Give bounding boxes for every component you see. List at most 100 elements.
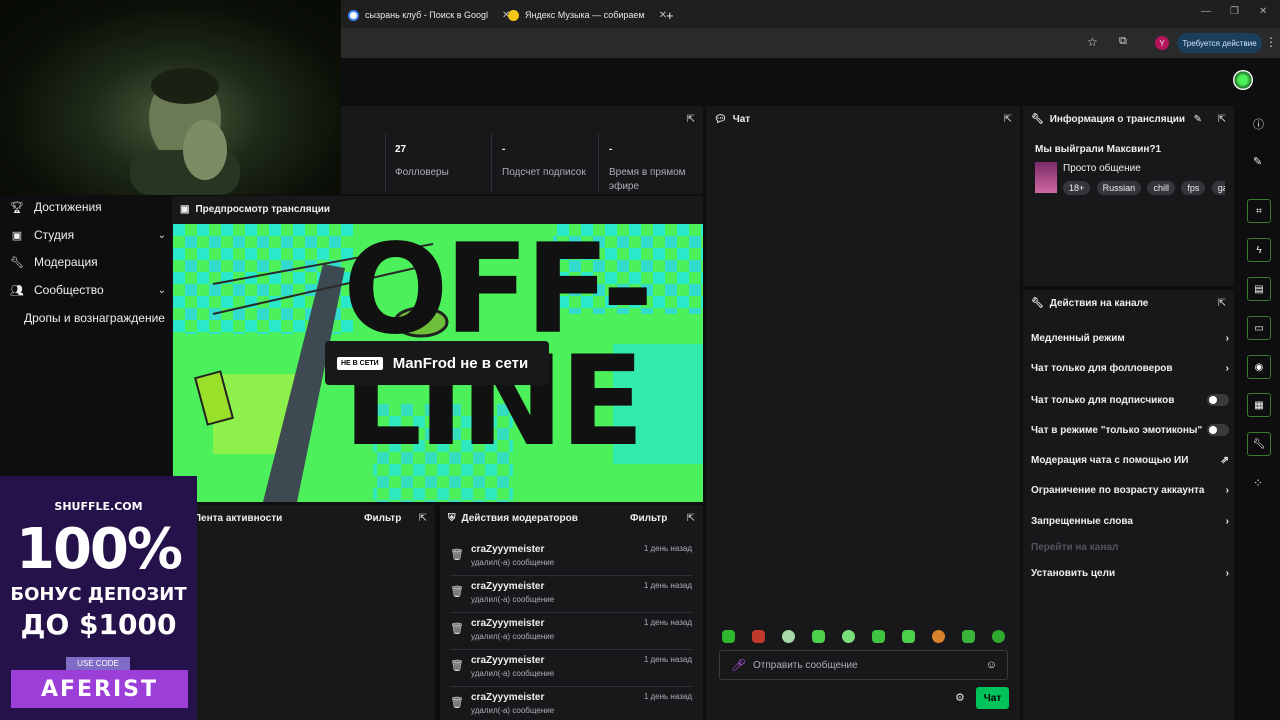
sidebar-item-achievements[interactable]: 🏆︎ Достижения: [10, 200, 102, 214]
chat-panel: 💬︎ Чат ⇱: [706, 106, 1020, 720]
setting-label: Чат только для фолловеров: [1031, 363, 1173, 374]
chat-send-button[interactable]: Чат: [976, 687, 1009, 709]
emote-icon[interactable]: [962, 630, 975, 643]
minimize-icon[interactable]: —: [1201, 6, 1211, 17]
tag[interactable]: 18+: [1063, 181, 1091, 195]
mod-actions-title: Действия модераторов: [461, 513, 578, 524]
channel-actions-header: 🔧︎ Действия на канале: [1031, 298, 1148, 309]
account-age-row[interactable]: Ограничение по возрасту аккаунта ›: [1031, 485, 1229, 496]
set-goals-row[interactable]: Установить цели ›: [1031, 568, 1229, 579]
emote-icon[interactable]: [722, 630, 735, 643]
ad-line2: БОНУС ДЕПОЗИТ: [10, 584, 187, 605]
popout-icon[interactable]: ⇱: [1218, 114, 1226, 125]
close-window-icon[interactable]: ✕: [1259, 6, 1267, 17]
ad-headline: 100%: [15, 517, 183, 582]
microphone-icon[interactable]: 🎤︎: [731, 658, 746, 672]
action-required-button[interactable]: Требуется действие: [1177, 33, 1262, 53]
tag[interactable]: Russian: [1096, 181, 1142, 195]
wrench-icon[interactable]: 🔧︎: [1247, 432, 1271, 456]
sidebar-item-moderation[interactable]: 🔧︎ Модерация: [10, 255, 98, 269]
stream-title: Мы выйграли Максвин?1: [1035, 144, 1162, 155]
banned-words-row[interactable]: Запрещенные слова ›: [1031, 516, 1229, 527]
activity-filter-button[interactable]: Фильтр: [364, 513, 401, 524]
emote-only-row: Чат в режиме "только эмотиконы": [1031, 424, 1229, 436]
popout-icon[interactable]: ⇱: [1218, 298, 1226, 309]
subscribers-only-toggle[interactable]: [1207, 394, 1229, 406]
activity-panel: Лента активности Фильтр ⇱: [172, 505, 435, 720]
category-boxart[interactable]: [1035, 162, 1057, 193]
emote-icon[interactable]: [812, 630, 825, 643]
wrench-icon: 🔧︎: [1031, 114, 1044, 125]
new-tab-button[interactable]: +: [666, 4, 674, 26]
stat-live-time: - Время в прямом эфире: [609, 144, 699, 194]
webcam-overlay: [0, 0, 341, 195]
maximize-icon[interactable]: ❐: [1230, 6, 1239, 17]
user-avatar[interactable]: [1233, 70, 1253, 90]
mod-user[interactable]: craZyyymeister: [471, 581, 544, 592]
lightning-icon[interactable]: ϟ: [1247, 238, 1271, 262]
pencil-icon[interactable]: ✎: [1194, 114, 1202, 125]
info-icon[interactable]: ⓘ: [1253, 116, 1264, 132]
emoji-icon[interactable]: ☺: [986, 659, 997, 671]
mod-user[interactable]: craZyyymeister: [471, 655, 544, 666]
popout-icon[interactable]: ⇱: [687, 513, 695, 524]
setting-label: Медленный режим: [1031, 333, 1125, 344]
gear-icon[interactable]: ⚙: [955, 691, 965, 704]
popout-icon[interactable]: ⇱: [1004, 114, 1012, 125]
mod-user[interactable]: craZyyymeister: [471, 692, 544, 703]
emote-icon[interactable]: [752, 630, 765, 643]
go-to-channel-row[interactable]: Перейти на канал: [1031, 542, 1229, 553]
setting-label: Чат только для подписчиков: [1031, 394, 1175, 406]
chat-icon[interactable]: ▭: [1247, 316, 1271, 340]
ad-use-code: USE CODE: [66, 657, 130, 670]
activity-title: Лента активности: [194, 513, 283, 524]
sidebar-subitem-drops[interactable]: Дропы и вознаграждение: [24, 311, 165, 325]
emote-icon[interactable]: [902, 630, 915, 643]
panel-icon[interactable]: ▦: [1247, 393, 1271, 417]
tag[interactable]: fps: [1181, 181, 1206, 195]
popout-icon[interactable]: ⇱: [687, 114, 695, 125]
tag[interactable]: chill: [1147, 181, 1175, 195]
mod-user[interactable]: craZyyymeister: [471, 618, 544, 629]
profile-avatar[interactable]: Y: [1155, 36, 1169, 50]
mod-action: удалил(-а) сообщение: [471, 706, 555, 715]
slow-mode-row[interactable]: Медленный режим ›: [1031, 333, 1229, 344]
stat-followers: 27 Фолловеры: [395, 144, 449, 180]
mod-filter-button[interactable]: Фильтр: [630, 513, 667, 524]
emote-icon[interactable]: [992, 630, 1005, 643]
sidebar-item-label: Студия: [34, 228, 75, 242]
stream-category[interactable]: Просто общение: [1063, 163, 1141, 174]
stream-info-title: Информация о трансляции: [1049, 114, 1186, 125]
mod-action: удалил(-а) сообщение: [471, 595, 555, 604]
ad-banner: SHUFFLE.COM 100% БОНУС ДЕПОЗИТ ДО $1000 …: [0, 476, 197, 720]
emote-only-toggle[interactable]: [1207, 424, 1229, 436]
browser-menu-icon[interactable]: ⋮: [1265, 35, 1277, 49]
clip-icon[interactable]: ⌗: [1247, 199, 1271, 223]
mod-user[interactable]: craZyyymeister: [471, 544, 544, 555]
ai-moderation-row[interactable]: Модерация чата с помощью ИИ ⇗: [1031, 455, 1229, 466]
more-icon[interactable]: ⁘: [1253, 476, 1263, 490]
emote-icon[interactable]: [842, 630, 855, 643]
tag[interactable]: ga: [1211, 181, 1225, 195]
mod-action-row: 🗑︎ craZyyymeister удалил(-а) сообщение 1…: [450, 540, 692, 576]
chevron-right-icon: ›: [1225, 363, 1229, 374]
sidebar-item-studio[interactable]: ▣ Студия ⌄: [10, 228, 170, 242]
bookmark-star-icon[interactable]: ☆: [1087, 35, 1098, 49]
emote-icon[interactable]: [782, 630, 795, 643]
pencil-icon[interactable]: ✎: [1253, 155, 1262, 168]
browser-tab[interactable]: сызрань клуб - Поиск в Googl ✕: [348, 4, 510, 26]
followers-only-row[interactable]: Чат только для фолловеров ›: [1031, 363, 1229, 374]
trash-icon: 🗑︎: [450, 660, 464, 672]
browser-tab[interactable]: Яндекс Музыка — собираем ✕: [508, 4, 667, 26]
broadcast-icon[interactable]: ◉: [1247, 355, 1271, 379]
preview-icon: ▣: [180, 204, 190, 215]
chat-input[interactable]: 🎤︎ Отправить сообщение ☺: [719, 650, 1008, 680]
chevron-right-icon: ›: [1225, 568, 1229, 579]
emote-icon[interactable]: [872, 630, 885, 643]
document-icon[interactable]: ▤: [1247, 277, 1271, 301]
sidebar-item-community[interactable]: 👥︎ Сообщество ⌄: [10, 283, 170, 297]
extensions-icon[interactable]: ⧉: [1119, 35, 1127, 48]
wrench-icon: 🔧︎: [1031, 298, 1044, 309]
emote-icon[interactable]: [932, 630, 945, 643]
popout-icon[interactable]: ⇱: [419, 513, 427, 524]
